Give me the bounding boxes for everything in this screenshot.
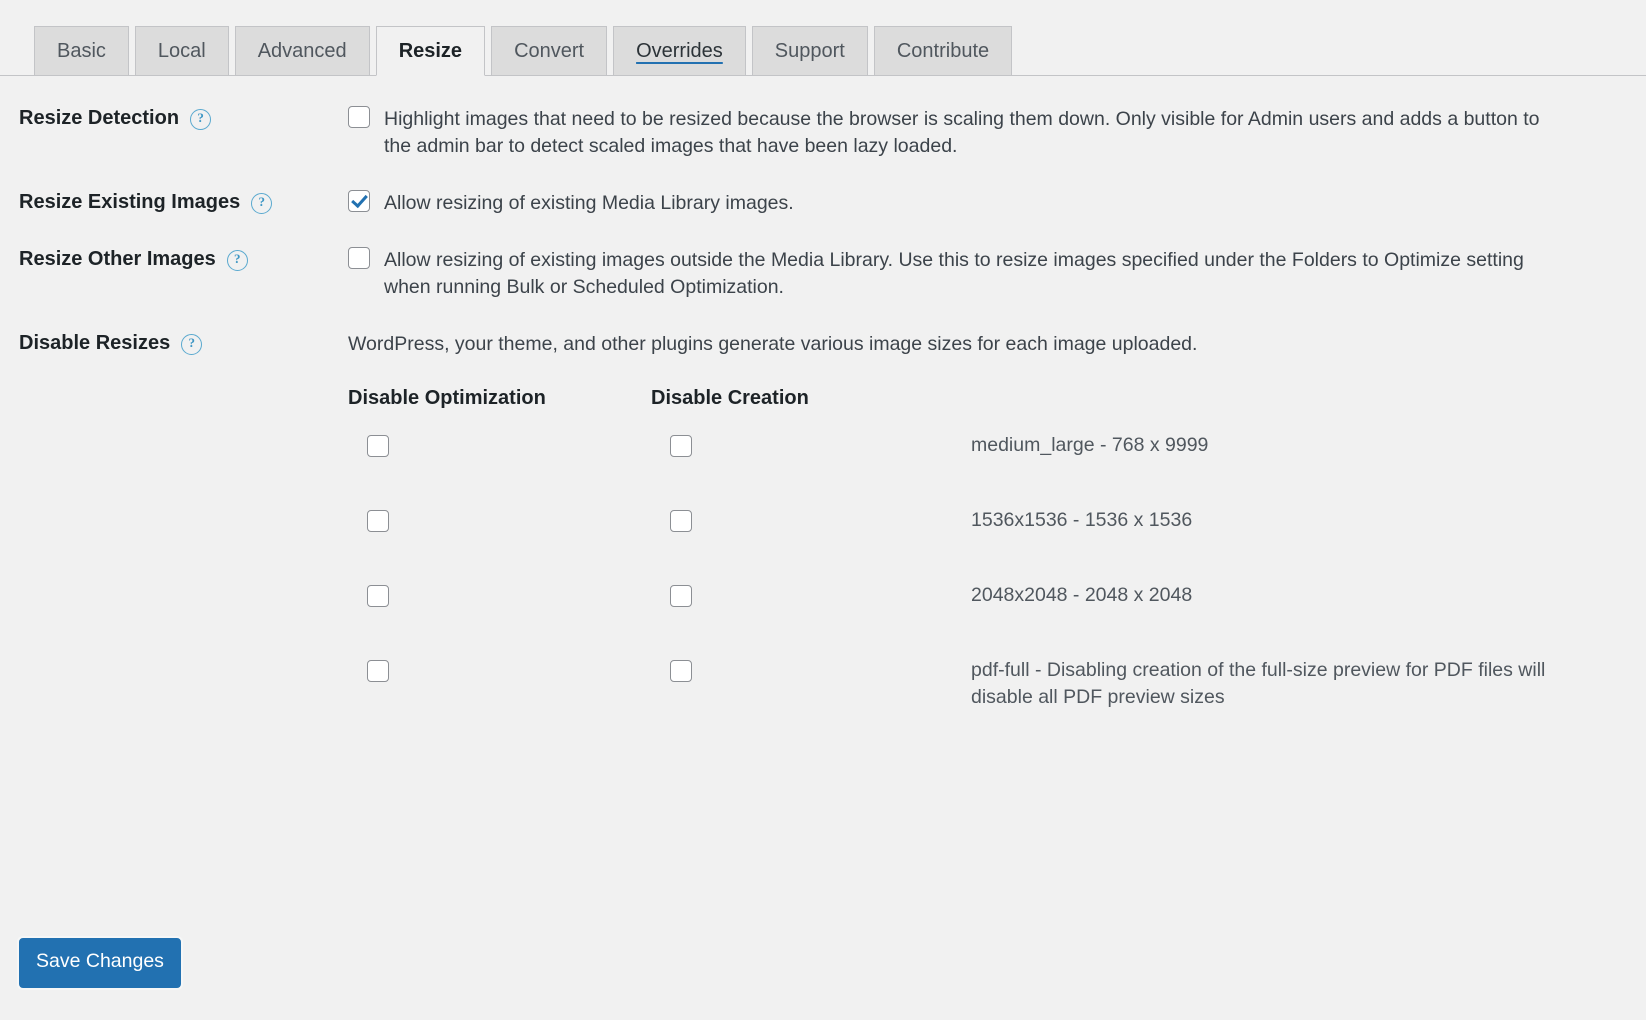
checkbox-line: Allow resizing of existing images outsid…: [348, 247, 1551, 301]
checkbox-resize-other-images[interactable]: [348, 247, 370, 269]
checkbox-line: Highlight images that need to be resized…: [348, 106, 1551, 160]
setting-row-disable-resizes: Disable Resizes ? WordPress, your theme,…: [0, 301, 1646, 710]
checkbox-disable-optimization-2048x2048[interactable]: [367, 585, 389, 607]
checkbox-resize-detection[interactable]: [348, 106, 370, 128]
setting-label-text: Resize Detection: [19, 107, 179, 130]
help-icon[interactable]: ?: [190, 109, 211, 130]
checkbox-disable-creation-2048x2048[interactable]: [670, 585, 692, 607]
column-header-size-name: [968, 387, 1551, 410]
disable-resizes-intro: WordPress, your theme, and other plugins…: [348, 331, 1551, 358]
field-resize-detection: Highlight images that need to be resized…: [348, 76, 1646, 160]
table-row: pdf-full - Disabling creation of the ful…: [348, 635, 1551, 710]
description-resize-detection: Highlight images that need to be resized…: [384, 106, 1551, 160]
tab-resize[interactable]: Resize: [376, 26, 485, 76]
help-icon[interactable]: ?: [181, 334, 202, 355]
field-resize-other-images: Allow resizing of existing images outsid…: [348, 217, 1646, 301]
tab-support[interactable]: Support: [752, 26, 868, 76]
help-icon[interactable]: ?: [227, 250, 248, 271]
label-resize-other-images: Resize Other Images ?: [0, 217, 348, 271]
disable-resizes-table: Disable Optimization Disable Creation me…: [348, 387, 1551, 710]
tab-overrides[interactable]: Overrides: [613, 26, 746, 76]
table-row: 1536x1536 - 1536 x 1536: [348, 485, 1551, 560]
checkbox-disable-optimization-medium-large[interactable]: [367, 435, 389, 457]
column-header-disable-optimization: Disable Optimization: [348, 387, 651, 410]
save-button-container: Save Changes: [19, 938, 181, 988]
checkbox-disable-creation-pdf-full[interactable]: [670, 660, 692, 682]
field-resize-existing-images: Allow resizing of existing Media Library…: [348, 160, 1646, 217]
setting-label-text: Resize Other Images: [19, 248, 216, 271]
setting-row-resize-detection: Resize Detection ? Highlight images that…: [0, 76, 1646, 160]
table-row: 2048x2048 - 2048 x 2048: [348, 560, 1551, 635]
checkbox-resize-existing-images[interactable]: [348, 190, 370, 212]
size-label: medium_large - 768 x 9999: [968, 410, 1551, 459]
save-changes-button[interactable]: Save Changes: [19, 938, 181, 988]
tab-contribute[interactable]: Contribute: [874, 26, 1012, 76]
checkbox-disable-creation-medium-large[interactable]: [670, 435, 692, 457]
setting-label-text: Disable Resizes: [19, 332, 170, 355]
label-resize-existing-images: Resize Existing Images ?: [0, 160, 348, 214]
setting-row-resize-other-images: Resize Other Images ? Allow resizing of …: [0, 217, 1646, 301]
tab-advanced[interactable]: Advanced: [235, 26, 370, 76]
size-label: 2048x2048 - 2048 x 2048: [968, 560, 1551, 609]
checkbox-disable-optimization-pdf-full[interactable]: [367, 660, 389, 682]
description-resize-other-images: Allow resizing of existing images outsid…: [384, 247, 1551, 301]
tab-convert[interactable]: Convert: [491, 26, 607, 76]
size-label: 1536x1536 - 1536 x 1536: [968, 485, 1551, 534]
checkbox-line: Allow resizing of existing Media Library…: [348, 190, 1551, 217]
settings-tab-bar: Basic Local Advanced Resize Convert Over…: [0, 0, 1646, 76]
label-disable-resizes: Disable Resizes ?: [0, 301, 348, 355]
tab-local[interactable]: Local: [135, 26, 229, 76]
setting-row-resize-existing-images: Resize Existing Images ? Allow resizing …: [0, 160, 1646, 217]
description-resize-existing-images: Allow resizing of existing Media Library…: [384, 190, 794, 217]
checkbox-disable-creation-1536x1536[interactable]: [670, 510, 692, 532]
column-header-disable-creation: Disable Creation: [651, 387, 968, 410]
label-resize-detection: Resize Detection ?: [0, 76, 348, 130]
setting-label-text: Resize Existing Images: [19, 191, 240, 214]
resize-settings-form: Resize Detection ? Highlight images that…: [0, 76, 1646, 710]
tab-basic[interactable]: Basic: [34, 26, 129, 76]
table-row: medium_large - 768 x 9999: [348, 410, 1551, 485]
checkbox-disable-optimization-1536x1536[interactable]: [367, 510, 389, 532]
field-disable-resizes: WordPress, your theme, and other plugins…: [348, 301, 1646, 710]
size-label: pdf-full - Disabling creation of the ful…: [968, 635, 1551, 711]
table-header-row: Disable Optimization Disable Creation: [348, 387, 1551, 410]
help-icon[interactable]: ?: [251, 193, 272, 214]
